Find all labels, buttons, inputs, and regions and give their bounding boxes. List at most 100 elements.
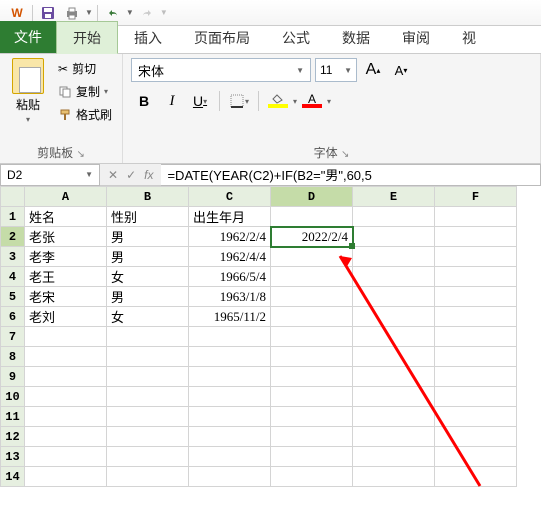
cell[interactable] — [271, 367, 353, 387]
cell[interactable] — [189, 467, 271, 487]
cell[interactable] — [25, 427, 107, 447]
cell[interactable] — [271, 427, 353, 447]
tab-insert[interactable]: 插入 — [118, 22, 178, 53]
row-header[interactable]: 4 — [1, 267, 25, 287]
cell[interactable] — [353, 367, 435, 387]
cell[interactable] — [435, 427, 517, 447]
row-header[interactable]: 10 — [1, 387, 25, 407]
undo-dropdown-icon[interactable]: ▼ — [126, 8, 134, 17]
tab-page-layout[interactable]: 页面布局 — [178, 22, 266, 53]
cell[interactable]: 1962/2/4 — [189, 227, 271, 247]
cell[interactable] — [353, 307, 435, 327]
font-color-dropdown[interactable]: ▾ — [327, 97, 331, 106]
paste-icon[interactable] — [12, 58, 44, 94]
accept-formula-icon[interactable]: ✓ — [126, 168, 136, 182]
cell[interactable] — [353, 387, 435, 407]
paste-button[interactable]: 粘贴 — [16, 96, 40, 113]
cell[interactable]: 男 — [107, 247, 189, 267]
font-size-select[interactable]: 11 ▼ — [315, 58, 357, 82]
cell[interactable] — [353, 287, 435, 307]
cell[interactable]: 男 — [107, 287, 189, 307]
col-header-D[interactable]: D — [271, 187, 353, 207]
cell[interactable] — [271, 387, 353, 407]
cell[interactable] — [107, 387, 189, 407]
tab-review[interactable]: 审阅 — [386, 22, 446, 53]
col-header-A[interactable]: A — [25, 187, 107, 207]
format-painter-button[interactable]: 格式刷 — [54, 104, 116, 125]
cell[interactable] — [107, 367, 189, 387]
increase-font-button[interactable]: A▴ — [361, 58, 385, 82]
tab-home[interactable]: 开始 — [56, 21, 118, 54]
cell[interactable] — [435, 307, 517, 327]
copy-dropdown-icon[interactable]: ▾ — [104, 87, 108, 96]
cell[interactable]: 老宋 — [25, 287, 107, 307]
cell[interactable] — [107, 427, 189, 447]
decrease-font-button[interactable]: A▾ — [389, 58, 413, 82]
row-header[interactable]: 5 — [1, 287, 25, 307]
cell[interactable]: 出生年月 — [189, 207, 271, 227]
font-dialog-launcher[interactable]: ↘ — [341, 149, 349, 160]
cell[interactable] — [271, 207, 353, 227]
cell[interactable] — [189, 387, 271, 407]
cell[interactable]: 老刘 — [25, 307, 107, 327]
cell[interactable] — [353, 227, 435, 247]
cell[interactable] — [189, 447, 271, 467]
tab-data[interactable]: 数据 — [326, 22, 386, 53]
save-icon[interactable] — [37, 3, 59, 23]
tab-formula[interactable]: 公式 — [266, 22, 326, 53]
cell[interactable] — [435, 407, 517, 427]
cell[interactable]: 性别 — [107, 207, 189, 227]
row-header[interactable]: 6 — [1, 307, 25, 327]
qat-dropdown-icon[interactable]: ▼ — [85, 8, 93, 17]
cell[interactable]: 1965/11/2 — [189, 307, 271, 327]
cell[interactable] — [435, 287, 517, 307]
col-header-C[interactable]: C — [189, 187, 271, 207]
cell[interactable] — [25, 467, 107, 487]
cell[interactable]: 女 — [107, 307, 189, 327]
row-header[interactable]: 14 — [1, 467, 25, 487]
wps-logo[interactable]: W — [6, 3, 28, 23]
cell[interactable] — [25, 347, 107, 367]
cell[interactable] — [189, 367, 271, 387]
cell[interactable] — [271, 467, 353, 487]
row-header[interactable]: 13 — [1, 447, 25, 467]
italic-button[interactable]: I — [159, 88, 185, 114]
row-header[interactable]: 9 — [1, 367, 25, 387]
cell[interactable] — [353, 407, 435, 427]
border-button[interactable]: ▾ — [226, 88, 252, 114]
cell[interactable]: 女 — [107, 267, 189, 287]
cell-selected[interactable]: 2022/2/4 — [271, 227, 353, 247]
tab-view[interactable]: 视 — [446, 22, 492, 53]
cell[interactable] — [353, 267, 435, 287]
cell[interactable] — [271, 347, 353, 367]
copy-button[interactable]: 复制 ▾ — [54, 81, 116, 102]
cell[interactable] — [25, 387, 107, 407]
select-all-corner[interactable] — [1, 187, 25, 207]
cell[interactable]: 老张 — [25, 227, 107, 247]
cell[interactable] — [271, 267, 353, 287]
cell[interactable] — [107, 347, 189, 367]
cell[interactable] — [353, 247, 435, 267]
undo-icon[interactable] — [102, 3, 124, 23]
paste-dropdown-icon[interactable]: ▾ — [26, 115, 30, 124]
cell[interactable] — [107, 447, 189, 467]
cell[interactable] — [353, 467, 435, 487]
cell[interactable]: 1962/4/4 — [189, 247, 271, 267]
cell[interactable] — [189, 327, 271, 347]
cell[interactable]: 老王 — [25, 267, 107, 287]
cell[interactable] — [435, 447, 517, 467]
cell[interactable] — [189, 347, 271, 367]
worksheet[interactable]: A B C D E F 1 姓名 性别 出生年月 2 老张 男 1962/2/4… — [0, 186, 541, 487]
fx-icon[interactable]: fx — [144, 168, 153, 182]
tab-file[interactable]: 文件 — [0, 21, 56, 53]
cell[interactable]: 1963/1/8 — [189, 287, 271, 307]
cancel-formula-icon[interactable]: ✕ — [108, 168, 118, 182]
row-header[interactable]: 3 — [1, 247, 25, 267]
row-header[interactable]: 2 — [1, 227, 25, 247]
cell[interactable] — [271, 447, 353, 467]
cell[interactable] — [25, 447, 107, 467]
clipboard-dialog-launcher[interactable]: ↘ — [76, 149, 84, 160]
row-header[interactable]: 1 — [1, 207, 25, 227]
cell[interactable] — [107, 467, 189, 487]
cell[interactable] — [107, 407, 189, 427]
